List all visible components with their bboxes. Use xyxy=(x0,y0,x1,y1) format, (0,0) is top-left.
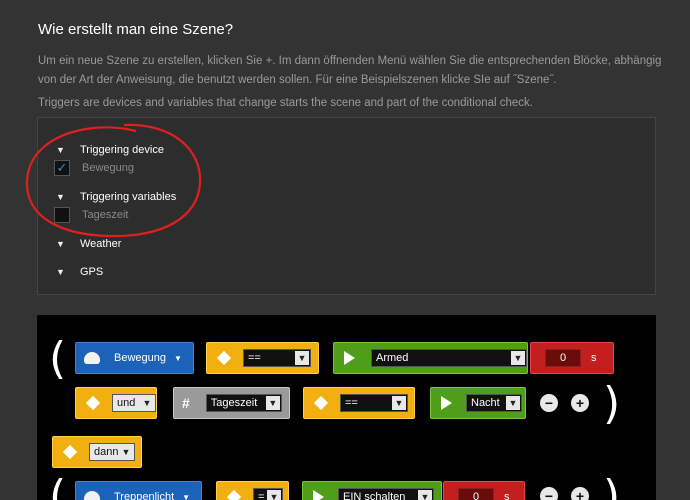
delay-unit: s xyxy=(591,352,597,364)
chevron-down-icon: ▼ xyxy=(295,351,309,365)
chevron-down-icon: ▼ xyxy=(511,351,525,365)
play-icon xyxy=(441,396,452,410)
device-icon xyxy=(84,352,100,364)
device-label: Treppenlicht xyxy=(114,491,175,500)
operator-block-3[interactable]: = ▼ xyxy=(216,481,289,500)
then-value: dann xyxy=(94,446,119,458)
operator-value: = xyxy=(258,491,265,500)
chevron-down-icon: ▼ xyxy=(119,445,133,459)
chevron-down-icon: ▼ xyxy=(506,396,520,410)
diamond-icon xyxy=(216,350,232,366)
operator-select-2[interactable]: == ▼ xyxy=(340,394,408,412)
check-icon: ✓ xyxy=(56,160,68,175)
paren-open: ( xyxy=(49,333,67,384)
delay-block[interactable]: 0 s xyxy=(530,342,614,374)
chevron-down-icon: ▼ xyxy=(56,145,65,155)
trigger-item-label: Tageszeit xyxy=(82,209,129,221)
play-icon xyxy=(313,490,324,500)
diamond-icon xyxy=(62,444,78,460)
remove-action-button[interactable]: − xyxy=(540,487,558,500)
trigger-label: GPS xyxy=(80,266,104,278)
value-text: Armed xyxy=(376,352,409,364)
device-icon xyxy=(84,491,100,500)
delay-block-2[interactable]: 0 s xyxy=(443,481,525,500)
logic-value: und xyxy=(117,397,136,409)
checkbox-tageszeit[interactable] xyxy=(54,207,70,223)
diamond-icon xyxy=(313,395,329,411)
operator-select[interactable]: == ▼ xyxy=(243,349,311,367)
operator-block[interactable]: == ▼ xyxy=(206,342,319,374)
device-label: Bewegung xyxy=(114,352,166,364)
value-select[interactable]: Armed ▼ xyxy=(371,349,527,367)
paren-close-2: ) xyxy=(603,471,621,500)
trigger-group-gps: ▼ GPS xyxy=(56,264,103,280)
device-block-2[interactable]: Treppenlicht ▼ xyxy=(75,481,202,500)
trigger-item-tageszeit: Tageszeit xyxy=(54,207,176,223)
trigger-item-label: Bewegung xyxy=(82,162,134,174)
paren-close: ) xyxy=(603,378,621,429)
chevron-down-icon: ▼ xyxy=(267,490,281,500)
operator-value: == xyxy=(248,352,261,364)
action-block[interactable]: EIN schalten ▼ xyxy=(302,481,442,500)
trigger-group-variables: ▼ Triggering variables Tageszeit xyxy=(54,189,176,223)
trigger-header-variables[interactable]: ▼ Triggering variables xyxy=(56,189,176,205)
action-select[interactable]: EIN schalten ▼ xyxy=(338,488,434,500)
add-condition-button[interactable]: + xyxy=(571,394,589,412)
chevron-down-icon: ▼ xyxy=(140,396,154,410)
delay-unit: s xyxy=(504,491,510,500)
operator-select-3[interactable]: = ▼ xyxy=(253,488,283,500)
play-icon xyxy=(344,351,355,365)
logic-block[interactable]: und ▼ xyxy=(75,387,157,419)
chevron-down-icon: ▼ xyxy=(56,239,65,249)
action-value: EIN schalten xyxy=(343,491,406,500)
add-action-button[interactable]: + xyxy=(571,487,589,500)
trigger-group-device: ▼ Triggering device ✓ Bewegung xyxy=(54,142,164,176)
paren-open-2: ( xyxy=(49,471,67,500)
chevron-down-icon: ▼ xyxy=(392,396,406,410)
logic-select[interactable]: und ▼ xyxy=(112,394,156,412)
checkbox-bewegung[interactable]: ✓ xyxy=(54,160,70,176)
trigger-label: Triggering device xyxy=(80,144,164,156)
then-select[interactable]: dann ▼ xyxy=(89,443,135,461)
then-block[interactable]: dann ▼ xyxy=(52,436,142,468)
delay-input-2[interactable]: 0 xyxy=(458,488,494,500)
variable-select[interactable]: Tageszeit ▼ xyxy=(205,394,282,412)
trigger-label: Triggering variables xyxy=(80,191,177,203)
variable-value: Tageszeit xyxy=(210,397,258,409)
trigger-header-gps[interactable]: ▼ GPS xyxy=(56,264,103,280)
trigger-header-weather[interactable]: ▼ Weather xyxy=(56,236,121,252)
triggers-panel: ▼ Triggering device ✓ Bewegung ▼ Trigger… xyxy=(37,117,656,295)
page-title: Wie erstellt man eine Szene? xyxy=(38,21,234,38)
value-block-2[interactable]: Nacht ▼ xyxy=(430,387,526,419)
diamond-icon xyxy=(226,489,242,500)
diamond-icon xyxy=(85,395,101,411)
chevron-down-icon: ▼ xyxy=(56,192,65,202)
value-block[interactable]: Armed ▼ xyxy=(333,342,528,374)
operator-block-2[interactable]: == ▼ xyxy=(303,387,415,419)
chevron-down-icon: ▼ xyxy=(418,490,432,500)
chevron-down-icon: ▼ xyxy=(56,267,65,277)
remove-condition-button[interactable]: − xyxy=(540,394,558,412)
device-block[interactable]: Bewegung ▼ xyxy=(75,342,194,374)
hash-icon: # xyxy=(182,395,190,411)
intro-text: Um ein neue Szene zu erstellen, klicken … xyxy=(38,55,662,86)
chevron-down-icon: ▼ xyxy=(265,396,280,410)
chevron-down-icon: ▼ xyxy=(182,492,191,500)
trigger-label: Weather xyxy=(80,238,122,250)
trigger-item-bewegung: ✓ Bewegung xyxy=(54,160,164,176)
value-select-2[interactable]: Nacht ▼ xyxy=(466,394,522,412)
trigger-header-device[interactable]: ▼ Triggering device xyxy=(56,142,164,158)
operator-value: == xyxy=(345,397,358,409)
triggers-note: Triggers are devices and variables that … xyxy=(38,97,533,109)
variable-block[interactable]: # Tageszeit ▼ xyxy=(173,387,290,419)
chevron-down-icon: ▼ xyxy=(174,353,182,363)
value-text: Nacht xyxy=(471,397,500,409)
delay-input[interactable]: 0 xyxy=(545,349,581,367)
trigger-group-weather: ▼ Weather xyxy=(56,236,121,252)
scene-editor: ( Bewegung ▼ == ▼ Armed ▼ 0 s und ▼ # Ta… xyxy=(37,315,656,500)
